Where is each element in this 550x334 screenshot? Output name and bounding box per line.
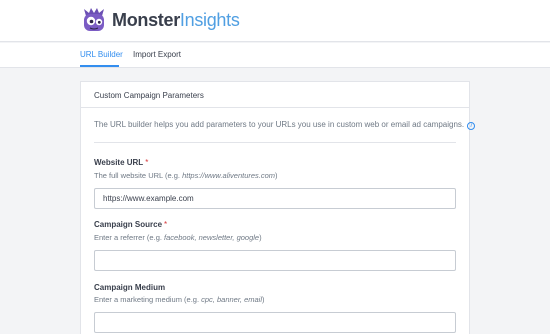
info-icon[interactable]: i xyxy=(467,122,476,130)
campaign-source-hint: Enter a referrer (e.g. facebook, newslet… xyxy=(94,233,262,242)
intro-text-row: The URL builder helps you add parameters… xyxy=(94,120,476,130)
hint-prefix: Enter a marketing medium (e.g. xyxy=(94,295,202,304)
campaign-source-input[interactable] xyxy=(94,250,456,271)
tab-bar: URL Builder Import Export xyxy=(0,43,550,68)
campaign-medium-label: Campaign Medium xyxy=(94,283,165,292)
campaign-parameters-card: Custom Campaign Parameters The URL build… xyxy=(80,81,476,334)
brand-logo[interactable]: MonsterInsights xyxy=(80,7,240,33)
hint-prefix: The full website URL (e.g. xyxy=(94,171,183,180)
card-title: Custom Campaign Parameters xyxy=(94,91,204,100)
campaign-medium-label-text: Campaign Medium xyxy=(94,283,166,292)
divider xyxy=(94,142,456,143)
website-url-hint: The full website URL (e.g. https://www.a… xyxy=(94,171,278,180)
hint-suffix: ) xyxy=(262,295,265,304)
monster-logo-icon xyxy=(84,8,104,31)
campaign-medium-hint: Enter a marketing medium (e.g. cpc, bann… xyxy=(94,295,265,304)
card-header: Custom Campaign Parameters xyxy=(81,82,469,108)
campaign-source-label: Campaign Source * xyxy=(94,220,167,229)
required-marker: * xyxy=(164,220,168,229)
brand-name: MonsterInsights xyxy=(112,10,240,31)
brand-name-light: Insights xyxy=(179,9,240,30)
active-tab-indicator xyxy=(80,65,119,67)
website-url-input[interactable] xyxy=(94,188,456,209)
hint-suffix: ) xyxy=(259,233,262,242)
hint-suffix: ) xyxy=(275,171,278,180)
top-header: MonsterInsights xyxy=(0,0,550,42)
hint-example: facebook, newsletter, google xyxy=(164,233,260,242)
tab-url-builder[interactable]: URL Builder xyxy=(80,50,123,59)
intro-text: The URL builder helps you add parameters… xyxy=(94,120,465,129)
hint-example: cpc, banner, email xyxy=(201,295,263,304)
required-marker: * xyxy=(145,158,149,167)
website-url-label: Website URL * xyxy=(94,158,148,167)
campaign-source-label-text: Campaign Source xyxy=(94,220,163,229)
hint-prefix: Enter a referrer (e.g. xyxy=(94,233,165,242)
brand-name-bold: Monster xyxy=(112,9,180,30)
campaign-medium-input[interactable] xyxy=(94,312,456,333)
website-url-label-text: Website URL xyxy=(94,158,144,167)
tab-import-export[interactable]: Import Export xyxy=(133,50,181,59)
hint-example: https://www.aliventures.com xyxy=(182,171,276,180)
